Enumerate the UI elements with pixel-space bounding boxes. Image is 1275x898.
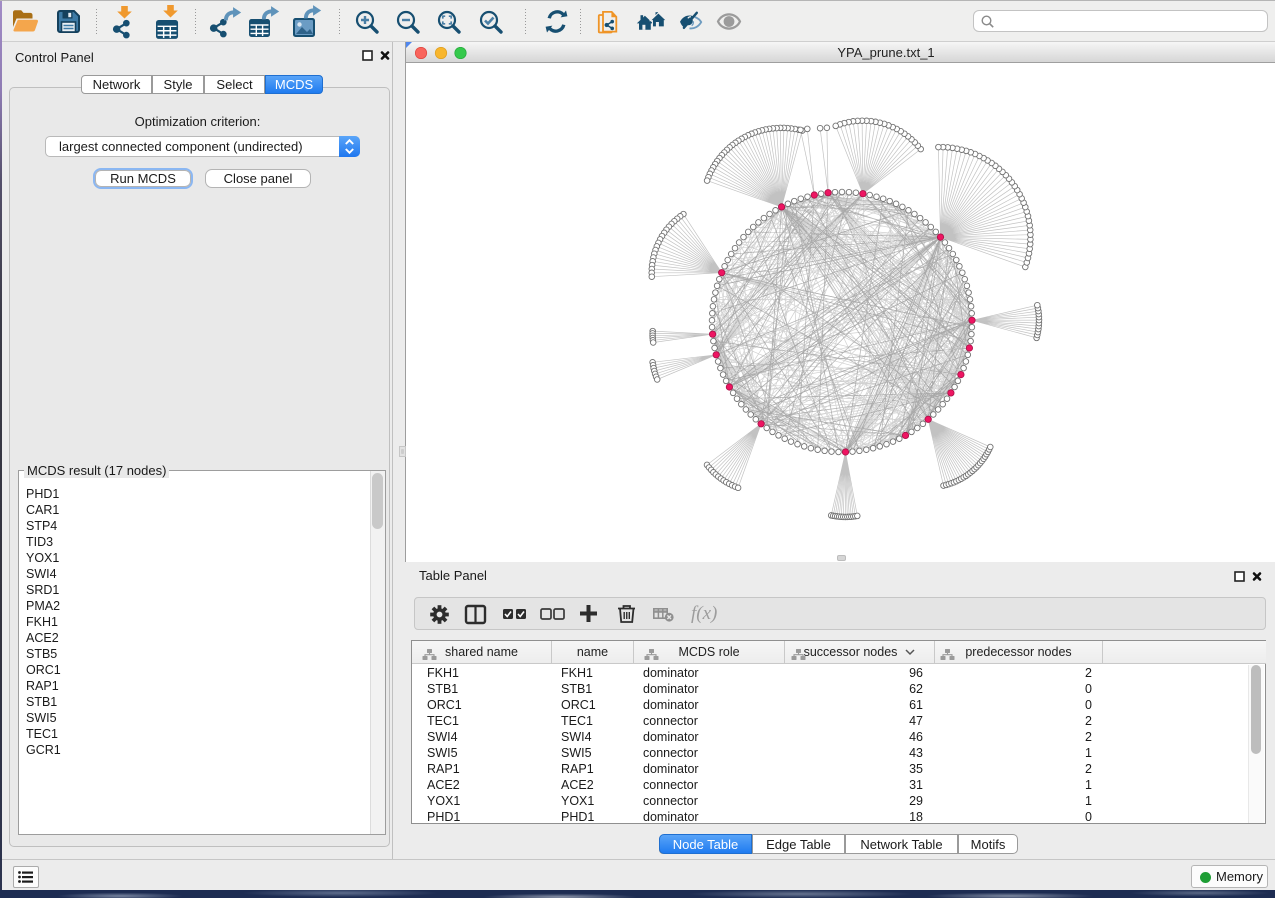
svg-text:f(x): f(x) — [691, 603, 717, 624]
